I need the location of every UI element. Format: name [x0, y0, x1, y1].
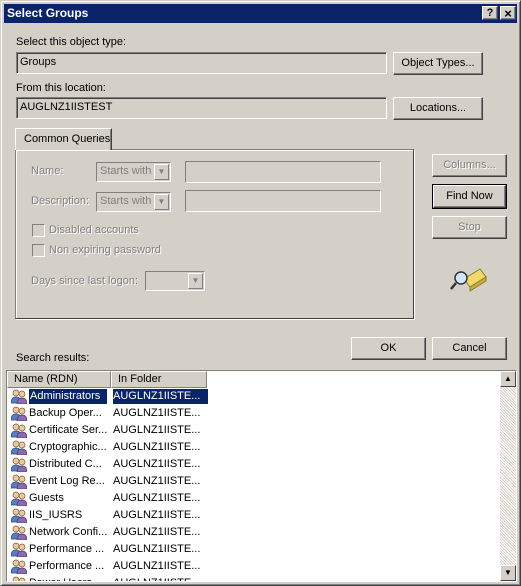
table-row[interactable]: Performance ... AUGLNZ1IISTE...	[7, 558, 500, 575]
stop-button[interactable]: Stop	[432, 216, 507, 239]
table-row[interactable]: Certificate Ser... AUGLNZ1IISTE...	[7, 422, 500, 439]
column-header-name[interactable]: Name (RDN)	[7, 371, 111, 388]
help-button[interactable]: ?	[482, 6, 498, 20]
in-folder-cell: AUGLNZ1IISTE...	[113, 441, 201, 453]
table-row[interactable]: Power Users AUGLNZ1IISTE...	[7, 575, 500, 581]
scroll-up-arrow-icon[interactable]: ▲	[500, 371, 516, 387]
group-name-cell: Performance ...	[29, 543, 105, 555]
description-label: Description:	[31, 195, 90, 207]
find-now-button[interactable]: Find Now	[432, 184, 507, 209]
group-name-cell: IIS_IUSRS	[29, 509, 83, 521]
chevron-down-icon: ▼	[154, 164, 169, 180]
in-folder-cell: AUGLNZ1IISTE...	[113, 492, 201, 504]
group-icon	[11, 576, 27, 581]
days-since-logon-select[interactable]: ▼	[145, 271, 205, 291]
close-icon: ×	[504, 6, 512, 21]
locations-button[interactable]: Locations...	[393, 97, 483, 120]
name-query-input[interactable]	[185, 161, 381, 183]
search-flashlight-icon	[450, 268, 487, 292]
group-name-cell: Certificate Ser...	[29, 424, 107, 436]
group-icon	[10, 559, 28, 575]
group-name-cell: Cryptographic...	[29, 441, 107, 453]
group-icon	[10, 457, 28, 473]
in-folder-cell: AUGLNZ1IISTE...	[113, 543, 201, 555]
in-folder-cell: AUGLNZ1IISTE...	[113, 407, 201, 419]
table-row[interactable]: Performance ... AUGLNZ1IISTE...	[7, 541, 500, 558]
select-groups-dialog: Select Groups ? × Select this object typ…	[0, 0, 521, 586]
description-mode-value: Starts with	[100, 195, 152, 207]
group-icon	[10, 406, 28, 422]
in-folder-cell: AUGLNZ1IISTE...	[113, 389, 208, 404]
non-expiring-password-checkbox[interactable]	[32, 244, 45, 257]
close-button[interactable]: ×	[500, 6, 516, 20]
group-icon	[10, 440, 28, 456]
object-types-button[interactable]: Object Types...	[393, 52, 483, 75]
in-folder-cell: AUGLNZ1IISTE...	[113, 424, 201, 436]
table-row[interactable]: Guests AUGLNZ1IISTE...	[7, 490, 500, 507]
in-folder-cell: AUGLNZ1IISTE...	[113, 475, 201, 487]
non-expiring-password-label: Non expiring password	[49, 244, 161, 256]
disabled-accounts-checkbox[interactable]	[32, 224, 45, 237]
ok-button[interactable]: OK	[351, 337, 426, 360]
table-row[interactable]: Network Confi... AUGLNZ1IISTE...	[7, 524, 500, 541]
group-name-cell: Performance ...	[29, 560, 105, 572]
group-icon	[10, 508, 28, 524]
in-folder-cell: AUGLNZ1IISTE...	[113, 458, 201, 470]
search-results-list[interactable]: Name (RDN) In Folder Administrators AUGLN…	[6, 370, 517, 582]
group-name-cell: Event Log Re...	[29, 475, 105, 487]
description-query-input[interactable]	[185, 190, 381, 212]
object-type-field: Groups	[16, 52, 387, 74]
search-results-label: Search results:	[16, 352, 90, 364]
description-mode-select[interactable]: Starts with ▼	[96, 192, 171, 212]
group-name-cell: Power Users	[29, 576, 107, 581]
group-icon	[10, 525, 28, 541]
group-name-cell: Administrators	[28, 388, 108, 405]
chevron-down-icon: ▼	[188, 273, 203, 289]
group-icon	[10, 389, 28, 405]
name-mode-select[interactable]: Starts with ▼	[96, 162, 171, 182]
table-row[interactable]: Event Log Re... AUGLNZ1IISTE...	[7, 473, 500, 490]
in-folder-cell: AUGLNZ1IISTE...	[113, 526, 201, 538]
name-mode-value: Starts with	[100, 165, 152, 177]
table-row[interactable]: IIS_IUSRS AUGLNZ1IISTE...	[7, 507, 500, 524]
in-folder-cell: AUGLNZ1IISTE...	[113, 509, 201, 521]
cancel-button[interactable]: Cancel	[432, 337, 507, 360]
table-row[interactable]: Backup Oper... AUGLNZ1IISTE...	[7, 405, 500, 422]
chevron-down-icon: ▼	[154, 194, 169, 210]
scroll-down-arrow-icon[interactable]: ▼	[500, 565, 516, 581]
group-name-cell: Network Confi...	[29, 526, 107, 538]
tab-common-queries[interactable]: Common Queries	[15, 128, 112, 150]
group-name-cell: Backup Oper...	[29, 407, 102, 419]
help-icon: ?	[486, 7, 494, 19]
table-row[interactable]: Cryptographic... AUGLNZ1IISTE...	[7, 439, 500, 456]
location-field: AUGLNZ1IISTEST	[16, 97, 387, 119]
title-bar[interactable]: Select Groups ? ×	[4, 4, 517, 23]
table-row[interactable]: Administrators AUGLNZ1IISTE...	[7, 388, 500, 405]
group-icon	[10, 423, 28, 439]
group-icon	[10, 542, 28, 558]
table-row[interactable]: Distributed C... AUGLNZ1IISTE...	[7, 456, 500, 473]
vertical-scrollbar[interactable]: ▲ ▼	[500, 371, 516, 581]
object-type-label: Select this object type:	[16, 36, 127, 48]
group-icon	[10, 491, 28, 507]
dialog-title: Select Groups	[7, 6, 89, 20]
column-header-in-folder[interactable]: In Folder	[111, 371, 207, 388]
in-folder-cell: AUGLNZ1IISTE...	[113, 576, 208, 581]
group-icon	[10, 474, 28, 490]
name-label: Name:	[31, 165, 64, 177]
disabled-accounts-label: Disabled accounts	[49, 224, 139, 236]
location-label: From this location:	[16, 82, 106, 94]
group-name-cell: Guests	[29, 492, 64, 504]
in-folder-cell: AUGLNZ1IISTE...	[113, 560, 201, 572]
days-since-logon-label: Days since last logon:	[31, 275, 138, 287]
group-name-cell: Distributed C...	[29, 458, 102, 470]
columns-button[interactable]: Columns...	[432, 154, 507, 177]
